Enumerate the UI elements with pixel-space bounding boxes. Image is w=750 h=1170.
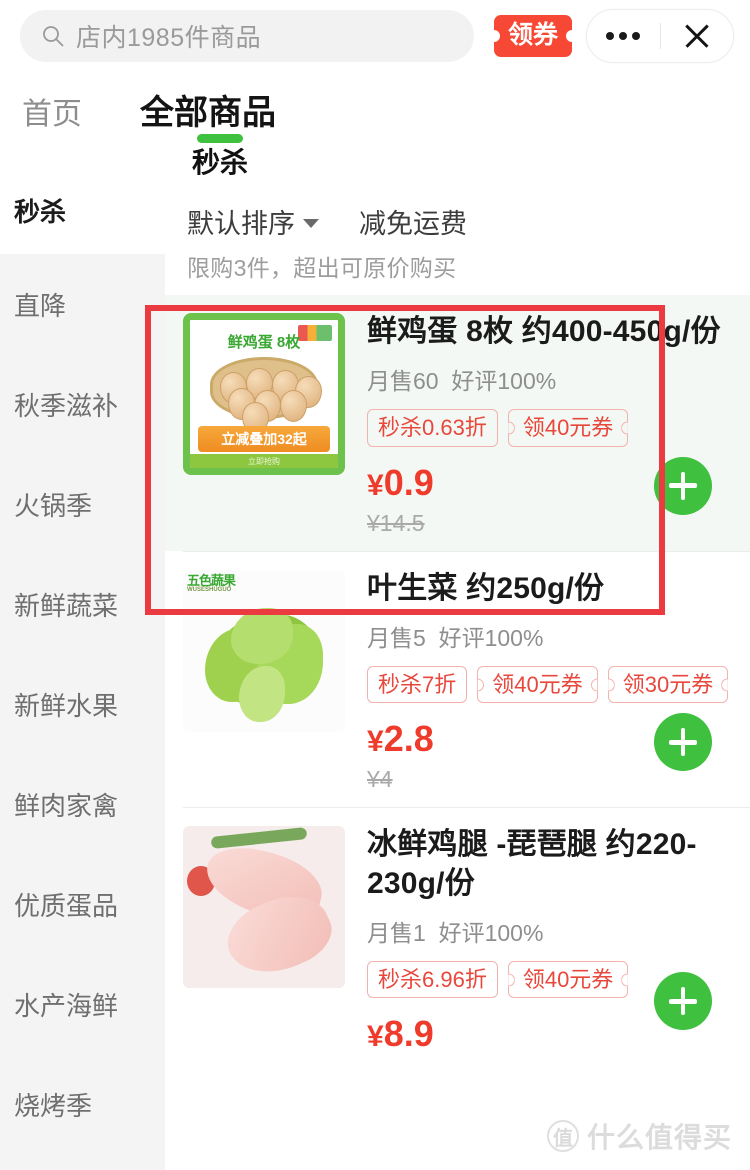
product-sales: 月售1	[367, 920, 426, 947]
search-input[interactable]: 店内1985件商品	[20, 10, 474, 62]
sort-filter-bar: 默认排序 减免运费 限购3件，超出可原价购买	[165, 192, 750, 283]
product-rating: 好评100%	[451, 368, 557, 395]
brand-logo-icon: 五色蔬果 WUSESHUGUO	[187, 572, 236, 593]
more-button[interactable]	[587, 10, 660, 62]
product-image[interactable]: 五色蔬果 WUSESHUGUO	[183, 569, 345, 732]
sort-dropdown[interactable]: 默认排序	[187, 202, 319, 241]
product-card[interactable]: 鲜鸡蛋 8枚 立减叠加32起 立即抢购 鲜鸡蛋 8枚 约400-450g/份 月…	[165, 295, 750, 551]
product-sales: 月售5	[367, 625, 426, 652]
sidebar-item-label: 水产海鲜	[14, 990, 119, 1021]
egg-shape	[280, 390, 307, 422]
close-x-icon	[683, 22, 711, 50]
currency-symbol: ¥	[367, 1020, 384, 1054]
more-dots-icon	[606, 32, 641, 40]
coupon-tag[interactable]: 领30元券	[607, 666, 729, 704]
product-meta: 月售1 好评100%	[367, 914, 740, 948]
coupon-tag[interactable]: 领40元券	[507, 409, 629, 447]
seckill-discount-tag[interactable]: 秒杀7折	[367, 666, 468, 704]
product-meta: 月售5 好评100%	[367, 619, 740, 653]
sidebar-item-quality-eggs[interactable]: 优质蛋品	[0, 854, 165, 954]
sidebar-item-direct-discount[interactable]: 直降	[0, 254, 165, 354]
price-value: 8.9	[383, 1013, 434, 1055]
sidebar-item-label: 秒杀	[14, 197, 67, 227]
category-sidebar: 秒杀 直降 秋季滋补 火锅季 新鲜蔬菜 新鲜水果 鲜肉家禽 优质蛋品 水产海鲜 …	[0, 192, 165, 1170]
image-footer-text: 立即抢购	[190, 454, 338, 468]
product-list: 鲜鸡蛋 8枚 立减叠加32起 立即抢购 鲜鸡蛋 8枚 约400-450g/份 月…	[165, 295, 750, 1066]
sidebar-item-label: 鲜肉家禽	[14, 790, 119, 821]
product-rating: 好评100%	[438, 625, 544, 652]
add-to-cart-button[interactable]	[654, 713, 712, 772]
product-meta: 月售60 好评100%	[367, 362, 740, 396]
close-button[interactable]	[661, 10, 734, 62]
product-title: 冰鲜鸡腿 -琵琶腿 约220-230g/份	[367, 828, 697, 900]
sidebar-item-label: 直降	[14, 290, 67, 321]
product-card[interactable]: 冰鲜鸡腿 -琵琶腿 约220-230g/份 月售1 好评100% 秒杀6.96折…	[165, 808, 750, 1066]
purchase-limit-note: 限购3件，超出可原价购买	[187, 255, 457, 281]
sub-tab-seckill[interactable]: 秒杀	[172, 134, 268, 180]
sidebar-item-autumn-tonic[interactable]: 秋季滋补	[0, 354, 165, 454]
image-title-text: 鲜鸡蛋 8枚	[227, 334, 301, 351]
garnish-shape	[210, 827, 308, 850]
lettuce-artwork: 五色蔬果 WUSESHUGUO	[183, 569, 345, 732]
sort-label: 默认排序	[187, 209, 295, 239]
chicken-drumstick-artwork	[183, 826, 345, 989]
sidebar-item-label: 火锅季	[14, 490, 93, 521]
brand-logo-subtext: WUSESHUGUO	[187, 586, 232, 593]
top-bar: 店内1985件商品 领券	[0, 0, 750, 72]
search-placeholder-text: 店内1985件商品	[76, 24, 262, 52]
free-shipping-label: 减免运费	[359, 209, 467, 239]
search-icon	[42, 25, 64, 47]
sort-row: 默认排序 减免运费	[187, 202, 750, 241]
product-image[interactable]	[183, 826, 345, 989]
price-value: 2.8	[383, 718, 434, 760]
coupon-tag[interactable]: 领40元券	[477, 666, 598, 704]
promotion-tags: 秒杀0.63折 领40元券	[367, 409, 740, 447]
chevron-down-icon	[303, 219, 319, 228]
sidebar-item-label: 烧烤季	[14, 1090, 93, 1121]
add-to-cart-button[interactable]	[654, 456, 712, 515]
sub-tab-bar: 秒杀	[0, 134, 750, 192]
promotion-tags: 秒杀7折 领40元券 领30元券	[367, 666, 740, 704]
sidebar-item-label: 新鲜蔬菜	[14, 590, 119, 621]
mini-program-capsule	[586, 9, 734, 63]
tab-home[interactable]: 首页	[22, 100, 82, 134]
image-banner-text: 立减叠加32起	[198, 426, 330, 452]
currency-symbol: ¥	[367, 725, 384, 759]
product-card[interactable]: 五色蔬果 WUSESHUGUO 叶生菜 约250g/份 月售5 好评100% 秒…	[165, 552, 750, 808]
sidebar-item-label: 优质蛋品	[14, 890, 119, 921]
tab-all-products[interactable]: 全部商品	[140, 96, 276, 134]
currency-symbol: ¥	[367, 468, 384, 502]
product-rating: 好评100%	[438, 920, 544, 947]
coupon-tag[interactable]: 领40元券	[507, 961, 629, 999]
active-indicator	[197, 134, 243, 143]
product-sales: 月售60	[367, 368, 439, 395]
sub-tab-label: 秒杀	[191, 147, 248, 178]
brand-logo-text: 五色蔬果	[187, 572, 236, 588]
product-panel: 默认排序 减免运费 限购3件，超出可原价购买 鲜鸡蛋 8枚 立减叠加32起 立即…	[165, 192, 750, 1170]
sidebar-item-fresh-fruits[interactable]: 新鲜水果	[0, 654, 165, 754]
seckill-discount-tag[interactable]: 秒杀6.96折	[367, 961, 498, 999]
product-title: 鲜鸡蛋 8枚 约400-450g/份	[367, 315, 721, 348]
sidebar-item-seckill[interactable]: 秒杀	[0, 192, 165, 254]
sidebar-item-bbq-season[interactable]: 烧烤季	[0, 1054, 165, 1154]
coupon-button[interactable]: 领券	[493, 15, 572, 57]
price-value: 0.9	[383, 461, 434, 503]
app-screen: 店内1985件商品 领券 首页 全部商品 秒杀 秒杀 直降 秋季滋补 火锅季 新…	[0, 0, 750, 1170]
sidebar-item-hotpot-season[interactable]: 火锅季	[0, 454, 165, 554]
content-body: 秒杀 直降 秋季滋补 火锅季 新鲜蔬菜 新鲜水果 鲜肉家禽 优质蛋品 水产海鲜 …	[0, 192, 750, 1170]
free-shipping-filter[interactable]: 减免运费	[359, 202, 467, 241]
sidebar-item-fresh-meat-poultry[interactable]: 鲜肉家禽	[0, 754, 165, 854]
egg-pack-artwork: 鲜鸡蛋 8枚 立减叠加32起 立即抢购	[183, 313, 345, 475]
sidebar-item-seafood[interactable]: 水产海鲜	[0, 954, 165, 1054]
sidebar-item-label: 秋季滋补	[14, 390, 119, 421]
product-title: 叶生菜 约250g/份	[367, 571, 605, 605]
main-tab-bar: 首页 全部商品	[0, 72, 750, 134]
seckill-discount-tag[interactable]: 秒杀0.63折	[367, 409, 498, 447]
sidebar-item-fresh-vegetables[interactable]: 新鲜蔬菜	[0, 554, 165, 654]
sidebar-item-label: 新鲜水果	[14, 690, 119, 721]
product-image[interactable]: 鲜鸡蛋 8枚 立减叠加32起 立即抢购	[183, 313, 345, 475]
